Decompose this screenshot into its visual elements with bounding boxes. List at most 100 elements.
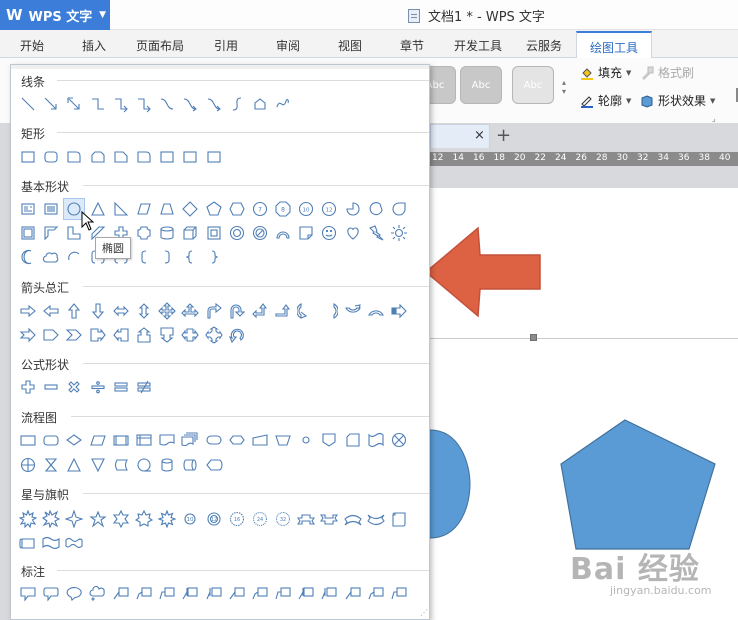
shape-co-rect-icon[interactable] bbox=[17, 583, 39, 605]
shape-elbowarrow-icon[interactable] bbox=[133, 93, 155, 115]
shape-star-exp1-icon[interactable] bbox=[17, 508, 39, 530]
shape-callout-4-icon[interactable] bbox=[203, 324, 225, 346]
shape-star-exp2-icon[interactable] bbox=[40, 508, 62, 530]
shape-ar-curvl-icon[interactable] bbox=[318, 300, 340, 322]
shape-arrowline-icon[interactable] bbox=[40, 93, 62, 115]
shape-wave-icon[interactable] bbox=[40, 532, 62, 554]
chevron-down-icon[interactable]: ▼ bbox=[99, 10, 106, 20]
shape-line-icon[interactable] bbox=[17, 93, 39, 115]
shape-co-line1-icon[interactable] bbox=[342, 583, 364, 605]
shape-f-manop-icon[interactable] bbox=[272, 429, 294, 451]
shape-curvearrow-icon[interactable] bbox=[203, 93, 225, 115]
shape-bracketarc-icon[interactable] bbox=[63, 246, 85, 268]
shape-f-dec-icon[interactable] bbox=[63, 429, 85, 451]
shape-co-border-icon[interactable] bbox=[203, 583, 225, 605]
shape-style-3[interactable]: Abc bbox=[512, 66, 554, 104]
shape-can-icon[interactable] bbox=[156, 222, 178, 244]
shape-style-2[interactable]: Abc bbox=[460, 66, 502, 104]
dialog-launcher-icon[interactable]: ⌟ bbox=[712, 114, 716, 123]
shape-oct-icon[interactable]: 8 bbox=[272, 198, 294, 220]
shape-smile-icon[interactable] bbox=[318, 222, 340, 244]
shape-callout-d-icon[interactable] bbox=[156, 324, 178, 346]
shape-f-sumj-icon[interactable] bbox=[388, 429, 410, 451]
shape-rect-icon[interactable] bbox=[17, 146, 39, 168]
shape-snip2-icon[interactable] bbox=[87, 146, 109, 168]
shape-trap-icon[interactable] bbox=[156, 198, 178, 220]
shape-co-line2-icon[interactable] bbox=[249, 583, 271, 605]
shape-hex-icon[interactable] bbox=[226, 198, 248, 220]
shape-co-line3-icon[interactable] bbox=[156, 583, 178, 605]
shape-rbracket-icon[interactable] bbox=[156, 246, 178, 268]
shape-f-card-icon[interactable] bbox=[342, 429, 364, 451]
shape-freeform-icon[interactable] bbox=[249, 93, 271, 115]
fill-button[interactable]: 填充 ▼ bbox=[580, 64, 631, 81]
selected-line-shape[interactable] bbox=[430, 338, 738, 339]
shape-co-line3-icon[interactable] bbox=[272, 583, 294, 605]
shape-co-line2-icon[interactable] bbox=[365, 583, 387, 605]
shape-co-line1-icon[interactable] bbox=[110, 583, 132, 605]
shape-halfframe-icon[interactable] bbox=[40, 222, 62, 244]
tab-page-layout[interactable]: 页面布局 bbox=[136, 37, 184, 54]
shape-f-proc-icon[interactable] bbox=[17, 429, 39, 451]
shape-f-or-icon[interactable] bbox=[17, 454, 39, 476]
shape-dec-icon[interactable]: 10 bbox=[295, 198, 317, 220]
shape-round1-icon[interactable] bbox=[63, 146, 85, 168]
shape-co-cloud-icon[interactable] bbox=[87, 583, 109, 605]
shape-ar-striped-icon[interactable] bbox=[388, 300, 410, 322]
shape-ar-ud-icon[interactable] bbox=[133, 300, 155, 322]
shape-ar-r-icon[interactable] bbox=[17, 300, 39, 322]
shape-elbowarrow-icon[interactable] bbox=[110, 93, 132, 115]
shape-ar-bentup-icon[interactable] bbox=[272, 300, 294, 322]
format-painter-button[interactable]: 格式刷 bbox=[640, 64, 694, 81]
shape-darrowline-icon[interactable] bbox=[63, 93, 85, 115]
shape-pie-icon[interactable] bbox=[342, 198, 364, 220]
shape-ar-uturn-icon[interactable] bbox=[226, 300, 248, 322]
shape-plus-icon[interactable] bbox=[17, 376, 39, 398]
shape-f-display-icon[interactable] bbox=[203, 454, 225, 476]
shape-lbracket-icon[interactable] bbox=[133, 246, 155, 268]
shape-f-seq-icon[interactable] bbox=[133, 454, 155, 476]
shape-f-alt-icon[interactable] bbox=[40, 429, 62, 451]
shape-f-conn-icon[interactable] bbox=[295, 429, 317, 451]
shape-callout-u-icon[interactable] bbox=[133, 324, 155, 346]
shape-f-manin-icon[interactable] bbox=[249, 429, 271, 451]
shape-vtext-icon[interactable] bbox=[40, 198, 62, 220]
shape-s-icon[interactable] bbox=[226, 93, 248, 115]
shape-ar-d-icon[interactable] bbox=[87, 300, 109, 322]
shape-f-offpage-icon[interactable] bbox=[318, 429, 340, 451]
shape-star5-icon[interactable] bbox=[87, 508, 109, 530]
shape-neq-icon[interactable] bbox=[133, 376, 155, 398]
shape-star12-icon[interactable]: 12 bbox=[203, 508, 225, 530]
shape-plaque-icon[interactable] bbox=[133, 222, 155, 244]
shape-fold-icon[interactable] bbox=[295, 222, 317, 244]
shape-pentarrow-icon[interactable] bbox=[40, 324, 62, 346]
shape-f-direct-icon[interactable] bbox=[179, 454, 201, 476]
shape-circ-arrow-icon[interactable] bbox=[226, 324, 248, 346]
app-menu-button[interactable]: W WPS 文字 ▼ bbox=[0, 0, 110, 30]
shape-star10-icon[interactable]: 10 bbox=[179, 508, 201, 530]
shape-f-int-icon[interactable] bbox=[133, 429, 155, 451]
shape-snip-icon[interactable] bbox=[110, 146, 132, 168]
tab-insert[interactable]: 插入 bbox=[82, 37, 106, 54]
shape-minus-icon[interactable] bbox=[40, 376, 62, 398]
shape-f-pre-icon[interactable] bbox=[110, 429, 132, 451]
shapes-gallery-panel[interactable]: 线条 矩形 基本形状 7 8 10 12 箭头总汇 公式形状 流程图 星与旗帜 10 1… bbox=[10, 64, 430, 620]
shape-effect-button[interactable]: 形状效果 ▼ bbox=[640, 92, 715, 109]
shape-hept-icon[interactable]: 7 bbox=[249, 198, 271, 220]
shape-lbrace-icon[interactable] bbox=[179, 246, 201, 268]
shape-f-doc-icon[interactable] bbox=[156, 429, 178, 451]
tab-developer[interactable]: 开发工具 bbox=[454, 37, 502, 54]
shape-rect-icon[interactable] bbox=[203, 146, 225, 168]
shape-cloud-icon[interactable] bbox=[40, 246, 62, 268]
resize-handle[interactable] bbox=[530, 334, 537, 341]
shape-ribbon-dn-icon[interactable] bbox=[318, 508, 340, 530]
shape-rrect-icon[interactable] bbox=[40, 146, 62, 168]
shape-scroll-h-icon[interactable] bbox=[17, 532, 39, 554]
shape-tear-icon[interactable] bbox=[388, 198, 410, 220]
shape-chord-icon[interactable] bbox=[365, 198, 387, 220]
shape-ar-l-icon[interactable] bbox=[40, 300, 62, 322]
shape-dwave-icon[interactable] bbox=[63, 532, 85, 554]
shape-div-icon[interactable] bbox=[87, 376, 109, 398]
shape-callout-r-icon[interactable] bbox=[87, 324, 109, 346]
shape-bevel-icon[interactable] bbox=[203, 222, 225, 244]
